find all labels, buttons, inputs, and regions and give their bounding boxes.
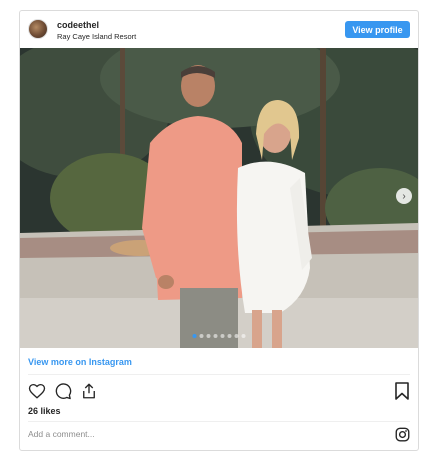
carousel-indicator (192, 334, 246, 338)
post-actions (28, 381, 98, 401)
carousel-dot (220, 334, 225, 338)
next-slide-button[interactable]: › (396, 188, 412, 204)
heart-icon[interactable] (28, 382, 46, 400)
avatar[interactable] (28, 19, 48, 39)
carousel-dot (192, 334, 197, 338)
carousel-dot (234, 334, 239, 338)
comment-input[interactable] (28, 429, 368, 439)
bookmark-icon[interactable] (394, 382, 410, 400)
share-icon[interactable] (80, 382, 98, 400)
location[interactable]: Ray Caye Island Resort (57, 32, 136, 41)
carousel-dot (199, 334, 204, 338)
photo-scene (20, 48, 418, 348)
comment-bubble-icon[interactable] (54, 382, 72, 400)
carousel-dot (227, 334, 232, 338)
carousel-dot (241, 334, 246, 338)
carousel-dot (213, 334, 218, 338)
username[interactable]: codeethel (57, 20, 99, 30)
likes-count[interactable]: 26 likes (28, 406, 61, 416)
instagram-embed-card: codeethel Ray Caye Island Resort View pr… (19, 10, 419, 451)
carousel-dot (206, 334, 211, 338)
chevron-right-icon: › (402, 190, 406, 202)
view-profile-button[interactable]: View profile (345, 21, 410, 38)
divider (28, 374, 410, 375)
view-more-link[interactable]: View more on Instagram (28, 357, 132, 367)
post-header: codeethel Ray Caye Island Resort View pr… (20, 11, 418, 48)
divider (28, 421, 410, 422)
instagram-icon[interactable] (395, 427, 410, 442)
post-photo[interactable]: › (20, 48, 418, 348)
